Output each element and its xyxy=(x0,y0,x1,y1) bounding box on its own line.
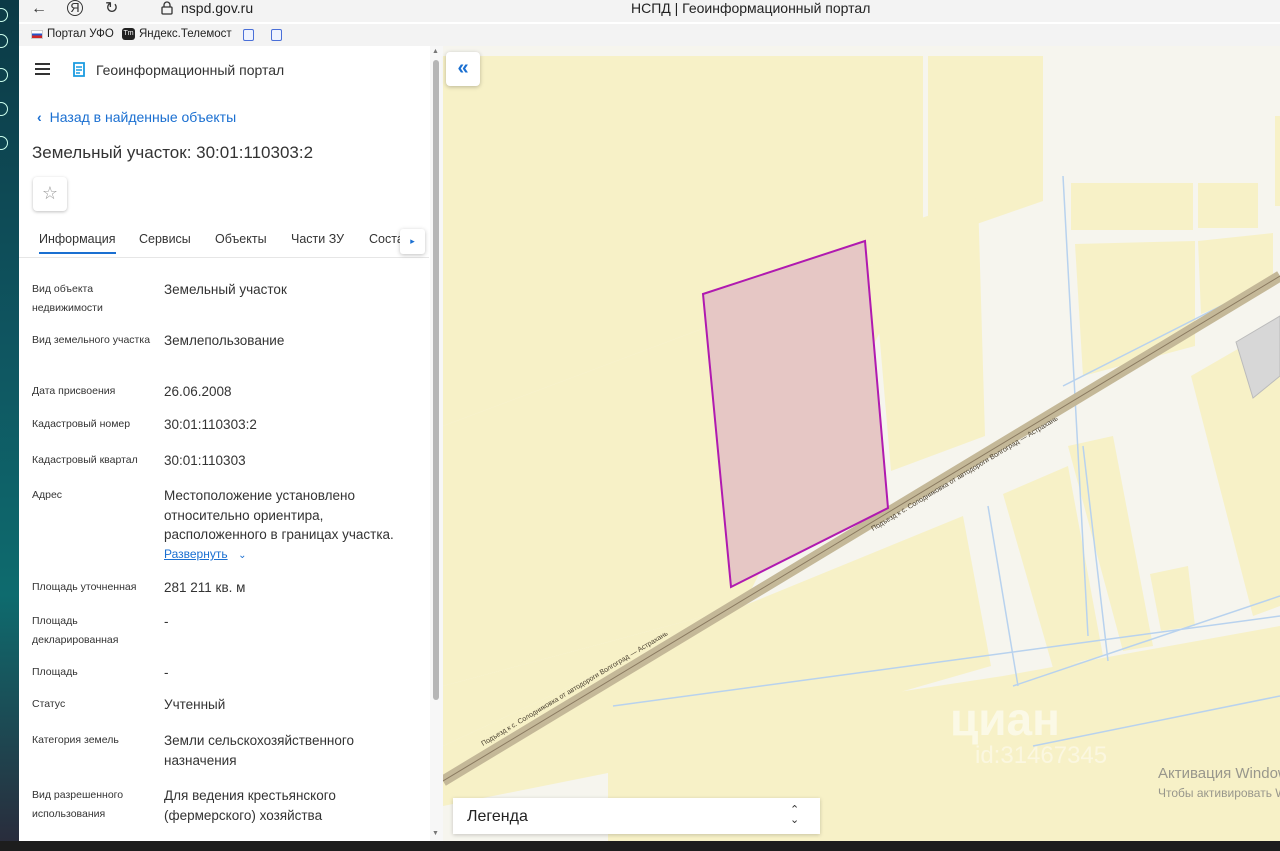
address-bar[interactable]: nspd.gov.ru xyxy=(181,0,253,17)
russia-flag-icon xyxy=(31,29,43,39)
chevron-left-icon: ‹ xyxy=(37,109,42,125)
telemost-icon: Tm xyxy=(122,28,135,40)
os-icon-4[interactable] xyxy=(0,102,8,116)
bookmark-doc-icon[interactable] xyxy=(243,29,254,41)
watermark-id: id:31467345 xyxy=(975,742,1108,769)
lock-icon xyxy=(161,1,173,15)
os-icon-1[interactable] xyxy=(0,8,8,22)
watermark-logo: циан xyxy=(950,693,1060,745)
sort-arrows-icon: ⌃ ⌄ xyxy=(790,804,800,826)
os-icon-5[interactable] xyxy=(0,136,8,150)
land-plot xyxy=(1275,116,1280,206)
os-icon-2[interactable] xyxy=(0,34,8,48)
back-to-results-link[interactable]: ‹ Назад в найденные объекты xyxy=(37,109,236,125)
tab-services[interactable]: Сервисы xyxy=(139,232,191,246)
map-view[interactable]: Подъезд к с. Солодниковка от автодороги … xyxy=(443,46,1280,841)
yandex-icon[interactable]: Я xyxy=(67,0,83,16)
reload-icon[interactable]: ↻ xyxy=(105,0,118,20)
page-title: Земельный участок: 30:01:110303:2 xyxy=(32,143,314,162)
field-address: Адрес Местоположение установлено относит… xyxy=(32,488,394,563)
tabs-next-arrow-icon[interactable]: ▸ xyxy=(400,229,425,254)
favorite-star-icon[interactable]: ☆ xyxy=(33,177,67,211)
activation-subtitle: Чтобы активировать Windows xyxy=(1158,786,1280,800)
tab-composition[interactable]: Соста xyxy=(369,232,404,246)
scroll-down-icon[interactable]: ▼ xyxy=(432,830,439,837)
scroll-up-icon[interactable]: ▲ xyxy=(432,48,439,55)
back-arrow-icon[interactable]: ← xyxy=(31,0,47,20)
bookmark-doc-icon-2[interactable] xyxy=(271,29,282,41)
os-sidebar xyxy=(0,0,19,851)
bookmark-portal-ufo[interactable]: Портал УФО xyxy=(31,28,114,40)
legend-label: Легенда xyxy=(467,808,528,825)
land-plot xyxy=(1071,183,1193,230)
panel-scrollbar-thumb[interactable] xyxy=(433,60,439,700)
expand-address-link[interactable]: Развернуть ⌄ xyxy=(164,545,246,563)
land-plot xyxy=(1198,183,1258,228)
field-object-type: Вид объекта недвижимости Земельный участ… xyxy=(32,282,287,314)
object-info-panel: Геоинформационный портал ‹ Назад в найден… xyxy=(19,46,443,841)
os-icon-3[interactable] xyxy=(0,68,8,82)
window-title: НСПД | Геоинформационный портал xyxy=(631,0,871,16)
map-canvas[interactable]: Подъезд к с. Солодниковка от автодороги … xyxy=(443,46,1280,841)
field-area-declared: Площадь декларированная - xyxy=(32,614,169,646)
bookmarks-bar: Портал УФО Tm Яндекс.Телемост xyxy=(19,24,1280,46)
collapse-panel-icon[interactable]: « xyxy=(446,52,480,86)
tab-parts[interactable]: Части ЗУ xyxy=(291,232,344,246)
field-permitted-use: Вид разрешенного использования Для веден… xyxy=(32,788,336,823)
tab-bar: Информация Сервисы Объекты Части ЗУ Сост… xyxy=(19,226,429,258)
activation-title: Активация Windows xyxy=(1158,765,1280,782)
menu-icon[interactable] xyxy=(35,63,50,75)
field-land-type: Вид земельного участка Землепользование xyxy=(32,333,285,348)
chevron-down-icon: ⌄ xyxy=(238,550,247,561)
portal-logo-icon xyxy=(73,62,85,77)
land-plot xyxy=(871,198,985,471)
tab-objects[interactable]: Объекты xyxy=(215,232,267,246)
os-taskbar xyxy=(0,841,1280,851)
legend-dropdown[interactable]: Легенда ⌃ ⌄ xyxy=(453,798,820,834)
field-land-category: Категория земель Земли сельскохозяйствен… xyxy=(32,733,355,768)
browser-titlebar: ← Я ↻ nspd.gov.ru НСПД | Геоинформационн… xyxy=(19,0,1280,22)
bookmark-telemost[interactable]: Tm Яндекс.Телемост xyxy=(122,28,232,40)
tab-information[interactable]: Информация xyxy=(39,232,116,254)
portal-name: Геоинформационный портал xyxy=(96,62,285,78)
